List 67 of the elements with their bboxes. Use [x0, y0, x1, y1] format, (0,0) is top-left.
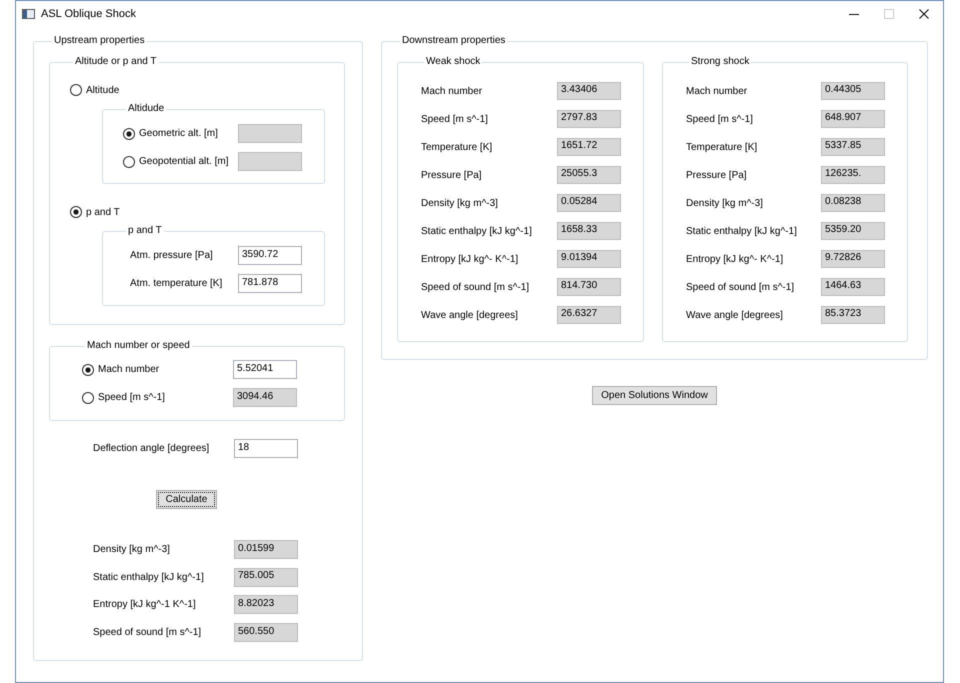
output-field[interactable]: 126235.: [821, 166, 885, 184]
field-label: Density [kg m^-3]: [93, 544, 171, 555]
output-field[interactable]: 0.08238: [821, 194, 885, 212]
radio-option[interactable]: Mach number: [82, 362, 233, 376]
field-label: Density [kg m^-3]: [421, 198, 499, 208]
calculate-button[interactable]: Calculate: [156, 490, 217, 509]
field-label: Speed of sound [m s^-1]: [686, 282, 796, 292]
number-field[interactable]: 18: [234, 439, 298, 458]
field-label: Atm. temperature [K]: [130, 278, 224, 289]
output-field[interactable]: 8.82023: [234, 595, 298, 614]
output-field[interactable]: 5359.20: [821, 222, 885, 240]
field-label: Speed [m s^-1]: [421, 114, 489, 124]
radio-option[interactable]: Altitude: [70, 83, 120, 97]
output-field[interactable]: 560.550: [234, 623, 298, 642]
field-label: Entropy [kJ kg^-1 K^-1]: [93, 599, 197, 610]
number-field[interactable]: 3590.72: [238, 246, 302, 265]
group-title: Mach number or speed: [86, 340, 191, 352]
output-field[interactable]: 9.72826: [821, 250, 885, 268]
field-label: Pressure [Pa]: [421, 170, 483, 180]
field-label: Density [kg m^-3]: [686, 198, 764, 208]
app-window-icon: [22, 9, 35, 19]
output-field[interactable]: 26.6327: [557, 306, 621, 324]
radio-option[interactable]: p and T: [70, 205, 120, 219]
group-title: Downstream properties: [401, 35, 506, 47]
field-label: Wave angle [degrees]: [686, 310, 784, 320]
output-field[interactable]: 25055.3: [557, 166, 621, 184]
field-label: Mach number: [421, 86, 484, 96]
field-label: Static enthalpy [kJ kg^-1]: [686, 226, 798, 236]
field-label: Pressure [Pa]: [686, 170, 748, 180]
field-label: Entropy [kJ kg^- K^-1]: [686, 254, 784, 264]
field-label: Deflection angle [degrees]: [93, 443, 210, 454]
field-label: Speed of sound [m s^-1]: [421, 282, 530, 292]
output-field[interactable]: 0.05284: [557, 194, 621, 212]
output-field[interactable]: 0.01599: [234, 540, 298, 559]
field-label: Static enthalpy [kJ kg^-1]: [421, 226, 533, 236]
group-title: Altitude or p and T: [74, 56, 158, 68]
output-field[interactable]: 5337.85: [821, 138, 885, 156]
number-field[interactable]: 781.878: [238, 274, 302, 293]
output-field[interactable]: 0.44305: [821, 82, 885, 100]
output-field[interactable]: 1651.72: [557, 138, 621, 156]
output-field[interactable]: 85.3723: [821, 306, 885, 324]
open-solutions-button[interactable]: Open Solutions Window: [592, 386, 717, 405]
field-label: Temperature [K]: [686, 142, 758, 152]
field-label: Wave angle [degrees]: [421, 310, 519, 320]
number-field[interactable]: 5.52041: [233, 360, 297, 379]
output-field[interactable]: 1464.63: [821, 278, 885, 296]
field-label: Speed of sound [m s^-1]: [93, 627, 202, 638]
close-icon[interactable]: [919, 9, 929, 19]
field-label: Entropy [kJ kg^- K^-1]: [421, 254, 520, 264]
output-field[interactable]: 9.01394: [557, 250, 621, 268]
output-field[interactable]: 785.005: [234, 568, 298, 587]
output-field[interactable]: 3.43406: [557, 82, 621, 100]
field-label: Temperature [K]: [421, 142, 494, 152]
output-field[interactable]: 2797.83: [557, 110, 621, 128]
group-title: Upstream properties: [53, 35, 146, 47]
field-label: Static enthalpy [kJ kg^-1]: [93, 572, 205, 583]
group-title: Altidude: [127, 103, 166, 115]
window-title: ASL Oblique Shock: [41, 8, 136, 20]
group-title: p and T: [127, 225, 163, 237]
group-title: Weak shock: [425, 56, 482, 68]
output-field[interactable]: 648.907: [821, 110, 885, 128]
field-label: Mach number: [686, 86, 748, 96]
field-label: Speed [m s^-1]: [686, 114, 754, 124]
group-title: Strong shock: [690, 56, 750, 68]
output-field[interactable]: 1658.33: [557, 222, 621, 240]
output-field[interactable]: 814.730: [557, 278, 621, 296]
field-label: Atm. pressure [Pa]: [130, 250, 214, 261]
